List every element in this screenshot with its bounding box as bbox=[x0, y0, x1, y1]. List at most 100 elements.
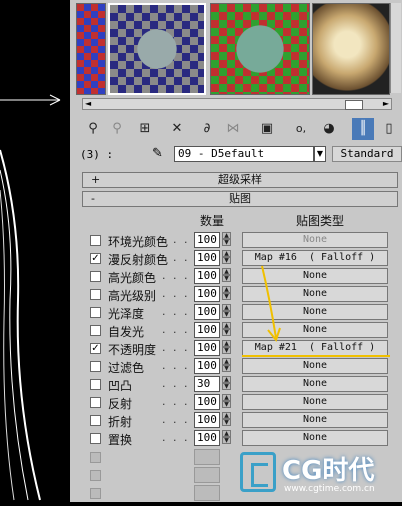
amount-spinner[interactable]: 100 bbox=[194, 304, 220, 320]
amount-spinner[interactable]: 100 bbox=[194, 286, 220, 302]
map-label: 置换 bbox=[108, 433, 133, 447]
map-label: 漫反射颜色 bbox=[108, 253, 169, 267]
material-name-bar: (3) : ✎ 09 - D5efault ▼ Standard bbox=[76, 145, 402, 165]
map-slot-button[interactable]: None bbox=[242, 376, 388, 392]
map-slot-button[interactable]: None bbox=[242, 358, 388, 374]
leader-dots: . . . bbox=[162, 431, 190, 444]
sample-slot-1[interactable] bbox=[76, 3, 106, 95]
leader-dots: . . . bbox=[162, 287, 190, 300]
map-slot-button[interactable]: None bbox=[242, 412, 388, 428]
amount-spinner[interactable]: 100 bbox=[194, 268, 220, 284]
leader-dots: . . . bbox=[162, 359, 190, 372]
map-row: 置换 . . . 100 ▲ ▼ None bbox=[86, 430, 388, 447]
make-unique-icon[interactable]: ⋈ bbox=[222, 118, 244, 140]
material-name-field[interactable]: 09 - D5efault bbox=[174, 146, 314, 162]
leader-dots: . . . bbox=[162, 377, 190, 390]
spinner-arrows[interactable]: ▲ ▼ bbox=[222, 376, 231, 392]
map-label: 反射 bbox=[108, 397, 133, 411]
map-row: 凹凸 . . . 30 ▲ ▼ None bbox=[86, 376, 388, 393]
map-label: 高光级别 bbox=[108, 289, 157, 303]
sample-slot-4[interactable] bbox=[312, 3, 390, 95]
map-label: 自发光 bbox=[108, 325, 145, 339]
reset-icon[interactable]: ✕ bbox=[166, 118, 188, 140]
amount-spinner[interactable]: 100 bbox=[194, 358, 220, 374]
supersampling-rollout[interactable]: + 超级采样 bbox=[82, 172, 398, 188]
node-label: (3) : bbox=[80, 148, 114, 161]
assign-material-icon[interactable]: ⊞ bbox=[134, 118, 156, 140]
leader-dots: . . . bbox=[162, 251, 190, 264]
map-checkbox[interactable] bbox=[90, 325, 101, 336]
put-to-scene-icon[interactable]: ⚲ bbox=[106, 118, 128, 140]
map-checkbox[interactable]: ✓ bbox=[90, 253, 101, 264]
map-checkbox[interactable] bbox=[90, 415, 101, 426]
map-label: 不透明度 bbox=[108, 343, 157, 357]
map-row: 折射 . . . 100 ▲ ▼ None bbox=[86, 412, 388, 429]
spinner-arrows[interactable]: ▲ ▼ bbox=[222, 232, 231, 248]
amount-spinner[interactable]: 100 bbox=[194, 394, 220, 410]
map-checkbox[interactable] bbox=[90, 271, 101, 282]
scroll-thumb[interactable] bbox=[345, 100, 363, 110]
map-slot-button[interactable]: None bbox=[242, 394, 388, 410]
map-checkbox[interactable]: ✓ bbox=[90, 343, 101, 354]
map-label: 高光颜色 bbox=[108, 271, 157, 285]
map-checkbox[interactable] bbox=[90, 361, 101, 372]
logo-icon bbox=[240, 452, 276, 492]
eyedropper-icon[interactable]: ✎ bbox=[152, 146, 163, 161]
watermark-brand: CG时代 bbox=[282, 456, 375, 486]
material-id-icon[interactable]: o, bbox=[290, 118, 312, 140]
amount-spinner[interactable]: 100 bbox=[194, 340, 220, 356]
amount-spinner[interactable]: 100 bbox=[194, 250, 220, 266]
map-slot-button[interactable]: None bbox=[242, 430, 388, 446]
map-checkbox[interactable] bbox=[90, 307, 101, 318]
viewport[interactable] bbox=[0, 0, 70, 502]
put-to-library-icon[interactable]: ▣ bbox=[256, 118, 278, 140]
leader-dots: . . . bbox=[162, 413, 190, 426]
map-label: 凹凸 bbox=[108, 379, 133, 393]
amount-spinner bbox=[194, 485, 220, 501]
spinner-arrows[interactable]: ▲ ▼ bbox=[222, 358, 231, 374]
map-slot-button[interactable]: None bbox=[242, 232, 388, 248]
annotation-arrow bbox=[242, 265, 390, 357]
amount-spinner[interactable]: 100 bbox=[194, 430, 220, 446]
material-type-button[interactable]: Standard bbox=[332, 146, 402, 162]
map-checkbox[interactable] bbox=[90, 397, 101, 408]
material-toolbar: ⚲ ⚲ ⊞ ✕ ∂ ⋈ ▣ o, ◕ ║ ▯ bbox=[76, 118, 402, 142]
amount-spinner[interactable]: 100 bbox=[194, 412, 220, 428]
spinner-arrows[interactable]: ▲ ▼ bbox=[222, 394, 231, 410]
spinner-arrows[interactable]: ▲ ▼ bbox=[222, 430, 231, 446]
map-checkbox[interactable] bbox=[90, 379, 101, 390]
amount-spinner[interactable]: 100 bbox=[194, 232, 220, 248]
sample-slot-3[interactable] bbox=[210, 3, 310, 95]
map-label: 环境光颜色 bbox=[108, 235, 169, 249]
leader-dots: . . . bbox=[162, 305, 190, 318]
sample-slot-2[interactable] bbox=[108, 3, 206, 95]
map-checkbox[interactable] bbox=[90, 235, 101, 246]
amount-spinner bbox=[194, 467, 220, 483]
map-checkbox[interactable] bbox=[90, 433, 101, 444]
leader-dots: . . . bbox=[162, 341, 190, 354]
amount-spinner[interactable]: 30 bbox=[194, 376, 220, 392]
map-checkbox[interactable] bbox=[90, 289, 101, 300]
go-to-parent-icon[interactable]: ▯ bbox=[378, 118, 400, 140]
leader-dots: . . . bbox=[162, 233, 190, 246]
map-checkbox bbox=[90, 470, 101, 481]
amount-spinner bbox=[194, 449, 220, 465]
watermark: CG时代 www.cgtime.com.cn bbox=[236, 448, 402, 502]
map-row: 环境光颜色. . . 100 ▲ ▼ None bbox=[86, 232, 388, 249]
show-end-result-icon[interactable]: ║ bbox=[352, 118, 374, 140]
amount-spinner[interactable]: 100 bbox=[194, 322, 220, 338]
spinner-arrows[interactable]: ▲ ▼ bbox=[222, 412, 231, 428]
sample-vertical-scrollbar[interactable] bbox=[390, 3, 401, 93]
rollout-title: 超级采样 bbox=[218, 173, 262, 186]
get-material-icon[interactable]: ⚲ bbox=[82, 118, 104, 140]
maps-rollout[interactable]: - 贴图 bbox=[82, 191, 398, 207]
make-copy-icon[interactable]: ∂ bbox=[196, 118, 218, 140]
chevron-down-icon[interactable]: ▼ bbox=[314, 146, 326, 162]
map-checkbox bbox=[90, 452, 101, 463]
wireframe-mesh bbox=[0, 94, 61, 501]
rollout-title: 贴图 bbox=[229, 192, 251, 205]
map-label: 折射 bbox=[108, 415, 133, 429]
show-map-icon[interactable]: ◕ bbox=[318, 118, 340, 140]
sample-horizontal-scrollbar[interactable]: ◄ ► bbox=[82, 98, 392, 110]
leader-dots: . . . bbox=[162, 269, 190, 282]
